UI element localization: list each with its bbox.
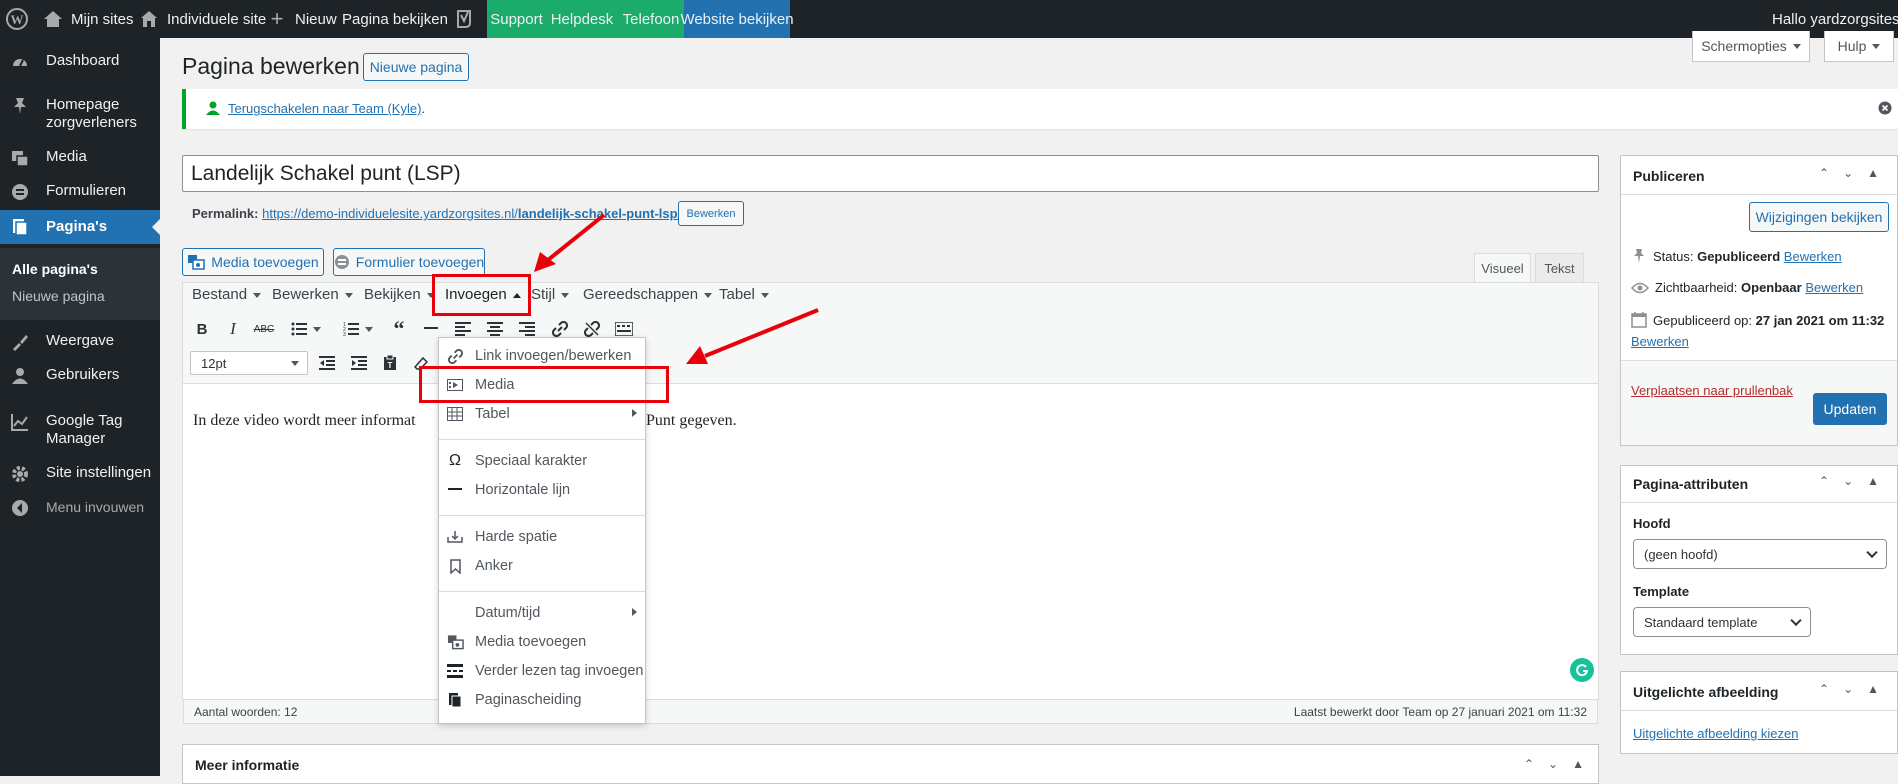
edit-status-link[interactable]: Bewerken [1784, 249, 1842, 264]
chevron-down-icon [1866, 546, 1878, 559]
chevron-down-icon[interactable]: ⌄ [1843, 474, 1853, 488]
parent-value: (geen hoofd) [1644, 546, 1718, 562]
page-attributes-title: Pagina-attributen [1633, 476, 1749, 492]
visibility-row: Zichtbaarheid: Openbaar Bewerken [1631, 280, 1863, 295]
chevron-down-icon[interactable]: ⌄ [1843, 166, 1853, 180]
box-controls: ⌃ ⌄ ▲ [1819, 474, 1879, 488]
featured-image-box: Uitgelichte afbeelding ⌃ ⌄ ▲ Uitgelichte a… [1620, 671, 1898, 754]
set-featured-image-link[interactable]: Uitgelichte afbeelding kiezen [1633, 726, 1799, 741]
template-select[interactable]: Standaard template [1633, 607, 1811, 637]
trash-link[interactable]: Verplaatsen naar prullenbak [1631, 383, 1793, 398]
featured-image-title: Uitgelichte afbeelding [1633, 684, 1779, 700]
published-row: Gepubliceerd op: 27 jan 2021 om 11:32 [1631, 312, 1884, 328]
toggle-arrow-icon[interactable]: ▲ [1867, 682, 1879, 696]
chevron-up-icon[interactable]: ⌃ [1819, 474, 1829, 488]
red-arrow-line [546, 213, 606, 262]
publish-actions: Verplaatsen naar prullenbak Updaten [1621, 360, 1897, 445]
published-value: 27 jan 2021 om 11:32 [1755, 312, 1885, 328]
box-controls: ⌃ ⌄ ▲ [1819, 682, 1879, 696]
divider [1621, 502, 1897, 503]
chevron-up-icon[interactable]: ⌃ [1819, 682, 1829, 696]
update-button[interactable]: Updaten [1813, 393, 1887, 425]
status-label: Status: [1653, 248, 1694, 264]
annotation-arrows [534, 213, 819, 364]
eye-icon [1631, 282, 1649, 294]
visibility-value: Openbaar [1741, 280, 1802, 295]
pin-icon [1633, 248, 1645, 264]
red-arrow-line [704, 308, 819, 358]
calendar-icon [1631, 312, 1647, 328]
divider [1621, 710, 1897, 711]
status-row: Status: Gepubliceerd Bewerken [1633, 248, 1842, 264]
published-label: Gepubliceerd op: [1653, 312, 1753, 328]
chevron-down-icon [1790, 614, 1802, 627]
page-attributes-box: Pagina-attributen ⌃ ⌄ ▲ Hoofd (geen hoofd)… [1620, 465, 1898, 655]
toggle-arrow-icon[interactable]: ▲ [1867, 166, 1879, 180]
edit-date-link[interactable]: Bewerken [1631, 334, 1689, 349]
chevron-up-icon[interactable]: ⌃ [1819, 166, 1829, 180]
parent-label: Hoofd [1633, 516, 1671, 531]
edit-visibility-link[interactable]: Bewerken [1805, 280, 1863, 295]
template-label: Template [1633, 584, 1690, 599]
preview-changes-button[interactable]: Wijzigingen bekijken [1749, 202, 1889, 232]
toggle-arrow-icon[interactable]: ▲ [1867, 474, 1879, 488]
divider [1621, 194, 1897, 195]
visibility-label: Zichtbaarheid: [1655, 280, 1738, 295]
publish-box: Publiceren ⌃ ⌄ ▲ Wijzigingen bekijken Stat… [1620, 155, 1898, 446]
publish-title: Publiceren [1633, 168, 1705, 184]
status-value: Gepubliceerd [1697, 248, 1781, 264]
template-value: Standaard template [1644, 614, 1758, 630]
parent-select[interactable]: (geen hoofd) [1633, 539, 1887, 569]
chevron-down-icon[interactable]: ⌄ [1843, 682, 1853, 696]
box-controls: ⌃ ⌄ ▲ [1819, 166, 1879, 180]
